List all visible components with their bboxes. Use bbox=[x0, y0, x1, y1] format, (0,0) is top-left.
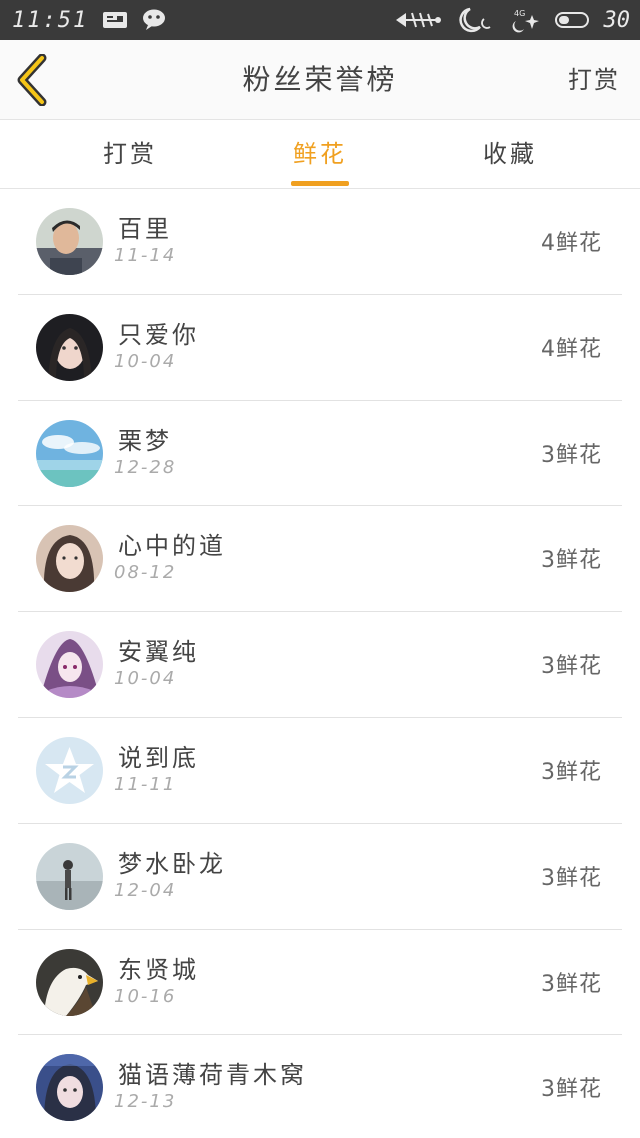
list-item[interactable]: 猫语薄荷青木窝 12-13 3鲜花 bbox=[18, 1035, 622, 1138]
list-item[interactable]: 心中的道 08-12 3鲜花 bbox=[18, 506, 622, 613]
fan-date: 11-11 bbox=[114, 773, 177, 795]
page-title: 粉丝荣誉榜 bbox=[242, 63, 398, 96]
tab-favorites[interactable]: 收藏 bbox=[450, 121, 570, 189]
avatar bbox=[36, 419, 103, 487]
fan-name: 栗梦 bbox=[118, 426, 172, 455]
avatar bbox=[36, 842, 103, 910]
fan-list: 百里 11-14 4鲜花 只爱你 10-04 4鲜花 栗梦 12-28 3鲜花 … bbox=[0, 189, 640, 1138]
flower-count: 3鲜花 bbox=[541, 548, 602, 574]
list-item[interactable]: 安翼纯 10-04 3鲜花 bbox=[18, 612, 622, 718]
list-item[interactable]: 梦水卧龙 12-04 3鲜花 bbox=[18, 824, 622, 930]
fan-date: 11-14 bbox=[114, 245, 177, 266]
fan-date: 10-04 bbox=[114, 668, 177, 690]
avatar bbox=[36, 631, 103, 699]
tip-button[interactable]: 打赏 bbox=[568, 40, 620, 120]
fan-name: 百里 bbox=[118, 215, 172, 243]
fan-date: 10-04 bbox=[114, 350, 177, 372]
moon-icon bbox=[456, 7, 494, 33]
flower-count: 4鲜花 bbox=[541, 336, 602, 362]
flower-count: 3鲜花 bbox=[541, 759, 602, 785]
fan-date: 10-16 bbox=[114, 985, 177, 1007]
fan-name: 东贤城 bbox=[118, 955, 199, 984]
fan-name: 安翼纯 bbox=[118, 638, 199, 667]
fan-name: 说到底 bbox=[118, 743, 199, 772]
list-item[interactable]: 只爱你 10-04 4鲜花 bbox=[18, 295, 622, 401]
active-tab-indicator bbox=[291, 181, 349, 186]
fan-name: 梦水卧龙 bbox=[118, 849, 226, 878]
signal-4g-icon: 4G bbox=[506, 7, 542, 33]
avatar bbox=[36, 948, 103, 1016]
flower-count: 3鲜花 bbox=[541, 971, 602, 997]
fan-date: 12-04 bbox=[114, 879, 177, 901]
flower-count: 3鲜花 bbox=[541, 654, 602, 680]
flower-count: 3鲜花 bbox=[541, 442, 602, 468]
avatar bbox=[36, 208, 103, 275]
fan-date: 12-28 bbox=[114, 456, 177, 478]
status-bar: 11:51 4G 30 bbox=[0, 0, 640, 40]
list-item[interactable]: 百里 11-14 4鲜花 bbox=[18, 189, 622, 295]
fan-name: 猫语薄荷青木窝 bbox=[118, 1061, 307, 1090]
wechat-icon bbox=[142, 8, 170, 32]
tab-flowers[interactable]: 鲜花 bbox=[260, 121, 380, 189]
flower-count: 4鲜花 bbox=[541, 231, 602, 256]
avatar bbox=[36, 736, 103, 804]
header-bar: 粉丝荣誉榜 打赏 bbox=[0, 40, 640, 120]
tab-tips[interactable]: 打赏 bbox=[70, 121, 190, 189]
fan-date: 08-12 bbox=[114, 562, 177, 584]
fish-bone-icon bbox=[394, 9, 444, 31]
avatar bbox=[36, 1054, 103, 1122]
status-time: 11:51 bbox=[12, 7, 89, 33]
fan-date: 12-13 bbox=[114, 1091, 177, 1113]
battery-level: 30 bbox=[603, 7, 631, 33]
avatar bbox=[36, 525, 103, 593]
flower-count: 3鲜花 bbox=[541, 865, 602, 891]
battery-icon bbox=[554, 10, 592, 30]
tab-bar: 打赏 鲜花 收藏 bbox=[0, 121, 640, 189]
fan-name: 心中的道 bbox=[118, 532, 226, 561]
svg-text:4G: 4G bbox=[514, 9, 525, 18]
list-item[interactable]: 说到底 11-11 3鲜花 bbox=[18, 718, 622, 824]
notification-card-icon bbox=[102, 10, 128, 30]
list-item[interactable]: 栗梦 12-28 3鲜花 bbox=[18, 401, 622, 507]
flower-count: 3鲜花 bbox=[541, 1077, 602, 1103]
avatar bbox=[36, 313, 103, 381]
list-item[interactable]: 东贤城 10-16 3鲜花 bbox=[18, 930, 622, 1036]
fan-name: 只爱你 bbox=[118, 320, 199, 349]
